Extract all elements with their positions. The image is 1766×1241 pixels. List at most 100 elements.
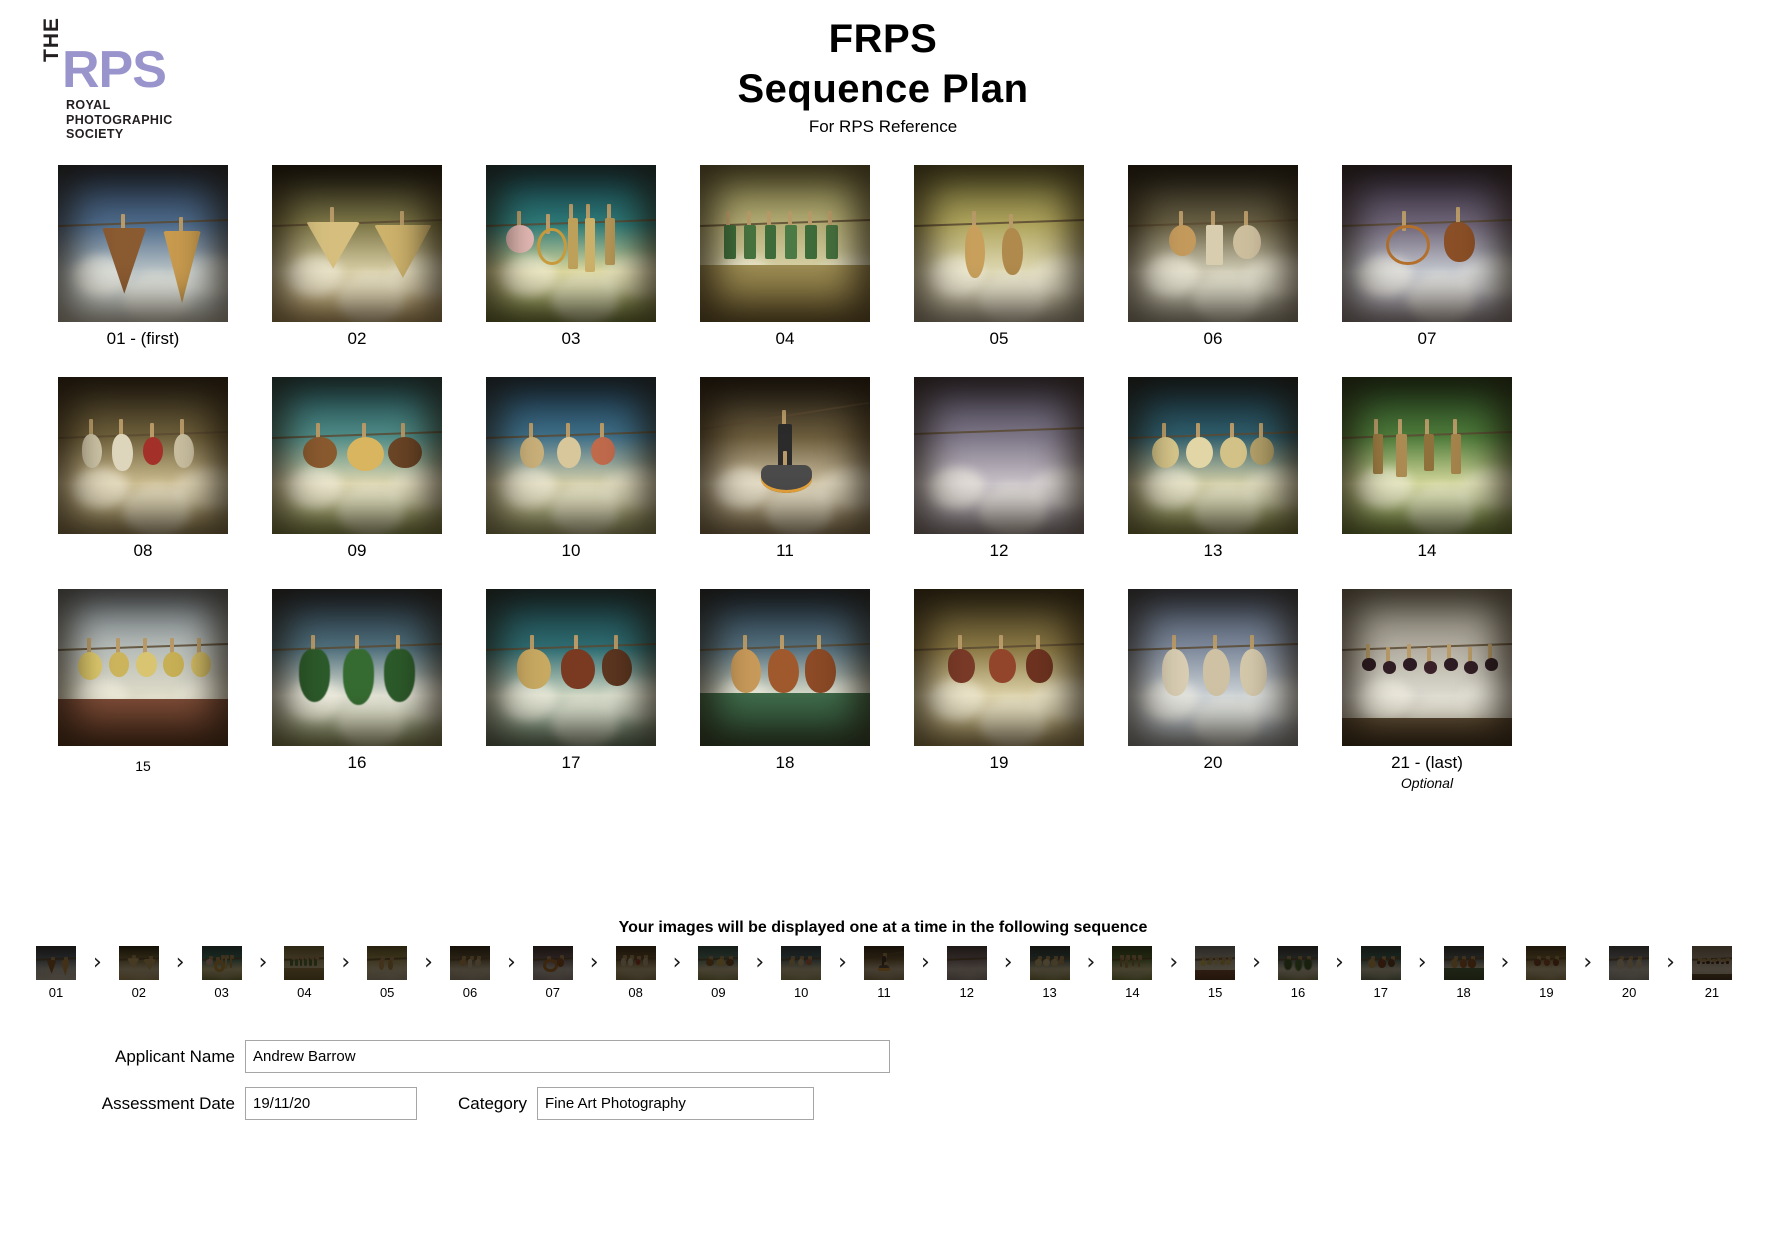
photo-label: 14	[1417, 541, 1437, 560]
photo-thumbnail-02[interactable]	[272, 165, 442, 322]
photo-thumbnail-04[interactable]	[700, 165, 870, 322]
photo-thumbnail-20[interactable]	[1128, 589, 1298, 746]
sequence-item-11[interactable]: 11	[860, 946, 908, 1001]
photo-thumbnail-16[interactable]	[272, 589, 442, 746]
sequence-item-18[interactable]: 18	[1440, 946, 1488, 1001]
photo-thumbnail-14[interactable]	[1342, 377, 1512, 534]
grid-cell-20[interactable]: 20	[1106, 589, 1320, 801]
hanging-object	[560, 648, 595, 690]
sequence-thumbnail-18[interactable]	[1443, 946, 1484, 980]
category-input[interactable]	[537, 1087, 814, 1120]
sequence-item-14[interactable]: 14	[1108, 946, 1156, 1001]
hanging-object	[1382, 661, 1397, 674]
sequence-item-15[interactable]: 15	[1191, 946, 1239, 1001]
sequence-number: 02	[131, 985, 147, 1000]
sequence-item-19[interactable]: 19	[1522, 946, 1570, 1001]
photo-label: 20	[1203, 753, 1223, 772]
grid-cell-09[interactable]: 09	[250, 377, 464, 589]
sequence-item-03[interactable]: 03	[198, 946, 246, 1001]
grid-cell-13[interactable]: 13	[1106, 377, 1320, 589]
sequence-item-02[interactable]: 02	[115, 946, 163, 1001]
sequence-item-12[interactable]: 12	[943, 946, 991, 1001]
grid-cell-18[interactable]: 18	[678, 589, 892, 801]
sequence-item-21[interactable]: 21	[1688, 946, 1736, 1001]
sequence-thumbnail-11[interactable]	[863, 946, 904, 980]
sequence-thumbnail-21[interactable]	[1691, 946, 1732, 980]
hanging-object	[1696, 960, 1700, 964]
sequence-number: 04	[297, 985, 312, 1000]
grid-cell-12[interactable]: 12	[892, 377, 1106, 589]
photo-thumbnail-11[interactable]	[700, 377, 870, 534]
grid-cell-16[interactable]: 16	[250, 589, 464, 801]
sequence-thumbnail-14[interactable]	[1112, 946, 1153, 980]
grid-cell-01[interactable]: 01 - (first)	[36, 165, 250, 377]
sequence-item-09[interactable]: 09	[694, 946, 742, 1001]
sequence-thumbnail-10[interactable]	[781, 946, 822, 980]
grid-cell-08[interactable]: 08	[36, 377, 250, 589]
grid-cell-11[interactable]: 11	[678, 377, 892, 589]
sequence-thumbnail-13[interactable]	[1029, 946, 1070, 980]
sequence-number: 10	[793, 985, 809, 1000]
grid-cell-19[interactable]: 19	[892, 589, 1106, 801]
sequence-item-01[interactable]: 01	[32, 946, 80, 1001]
hanging-object	[1043, 958, 1050, 966]
grid-cell-21[interactable]: 21 - (last) Optional	[1320, 589, 1534, 801]
sequence-item-06[interactable]: 06	[446, 946, 494, 1001]
sequence-item-05[interactable]: 05	[363, 946, 411, 1001]
sequence-item-10[interactable]: 10	[777, 946, 825, 1001]
sequence-thumbnail-04[interactable]	[284, 946, 325, 980]
hanging-object	[805, 648, 836, 693]
photo-thumbnail-03[interactable]	[486, 165, 656, 322]
photo-thumbnail-18[interactable]	[700, 589, 870, 746]
sequence-thumbnail-07[interactable]	[532, 946, 573, 980]
sequence-thumbnail-19[interactable]	[1526, 946, 1567, 980]
applicant-name-input[interactable]	[245, 1040, 890, 1073]
hanging-object	[1284, 958, 1292, 971]
photo-thumbnail-19[interactable]	[914, 589, 1084, 746]
grid-cell-17[interactable]: 17	[464, 589, 678, 801]
photo-cloud	[973, 965, 987, 975]
photo-thumbnail-21[interactable]	[1342, 589, 1512, 746]
sequence-thumbnail-09[interactable]	[698, 946, 739, 980]
sequence-thumbnail-06[interactable]	[449, 946, 490, 980]
sequence-item-17[interactable]: 17	[1357, 946, 1405, 1001]
grid-cell-05[interactable]: 05	[892, 165, 1106, 377]
photo-thumbnail-07[interactable]	[1342, 165, 1512, 322]
grid-cell-15[interactable]: 15	[36, 589, 250, 801]
grid-cell-07[interactable]: 07	[1320, 165, 1534, 377]
sequence-thumbnail-15[interactable]	[1195, 946, 1236, 980]
grid-cell-06[interactable]: 06	[1106, 165, 1320, 377]
assessment-date-input[interactable]	[245, 1087, 417, 1120]
sequence-thumbnail-20[interactable]	[1609, 946, 1650, 980]
sequence-thumbnail-03[interactable]	[201, 946, 242, 980]
grid-cell-04[interactable]: 04	[678, 165, 892, 377]
photo-thumbnail-12[interactable]	[914, 377, 1084, 534]
photo-thumbnail-08[interactable]	[58, 377, 228, 534]
grid-cell-14[interactable]: 14	[1320, 377, 1534, 589]
photo-thumbnail-05[interactable]	[914, 165, 1084, 322]
sequence-item-13[interactable]: 13	[1026, 946, 1074, 1001]
photo-label: 01 - (first)	[106, 329, 180, 348]
grid-cell-02[interactable]: 02	[250, 165, 464, 377]
photo-thumbnail-10[interactable]	[486, 377, 656, 534]
sequence-thumbnail-05[interactable]	[367, 946, 408, 980]
sequence-thumbnail-17[interactable]	[1360, 946, 1401, 980]
sequence-thumbnail-12[interactable]	[946, 946, 987, 980]
photo-thumbnail-17[interactable]	[486, 589, 656, 746]
sequence-item-20[interactable]: 20	[1605, 946, 1653, 1001]
sequence-thumbnail-16[interactable]	[1277, 946, 1318, 980]
sequence-thumbnail-02[interactable]	[118, 946, 159, 980]
sequence-item-07[interactable]: 07	[529, 946, 577, 1001]
sequence-item-08[interactable]: 08	[612, 946, 660, 1001]
photo-thumbnail-01[interactable]	[58, 165, 228, 322]
sequence-item-04[interactable]: 04	[280, 946, 328, 1001]
photo-thumbnail-13[interactable]	[1128, 377, 1298, 534]
grid-cell-10[interactable]: 10	[464, 377, 678, 589]
grid-cell-03[interactable]: 03	[464, 165, 678, 377]
photo-thumbnail-06[interactable]	[1128, 165, 1298, 322]
sequence-thumbnail-01[interactable]	[36, 946, 76, 980]
sequence-item-16[interactable]: 16	[1274, 946, 1322, 1001]
sequence-thumbnail-08[interactable]	[615, 946, 656, 980]
photo-thumbnail-09[interactable]	[272, 377, 442, 534]
photo-thumbnail-15[interactable]	[58, 589, 228, 746]
